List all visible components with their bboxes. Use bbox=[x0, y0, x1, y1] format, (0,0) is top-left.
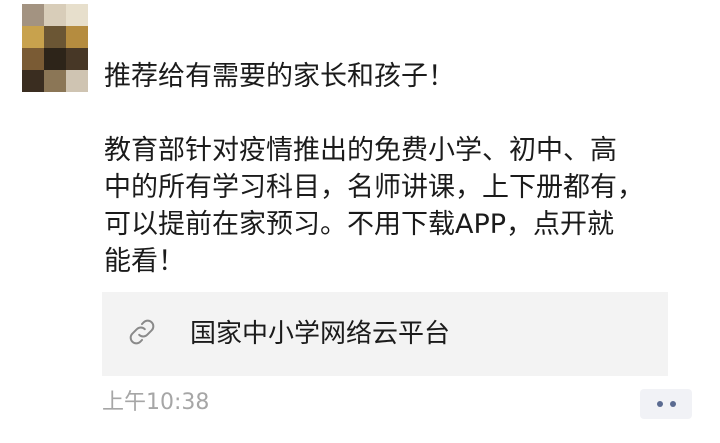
avatar-tile bbox=[22, 70, 44, 92]
post-text: 推荐给有需要的家长和孩子！ 教育部针对疫情推出的免费小学、初中、高 中的所有学习… bbox=[104, 58, 704, 280]
avatar-tile bbox=[22, 48, 44, 70]
post-body-line: 中的所有学习科目，名师讲课，上下册都有， bbox=[104, 172, 644, 203]
avatar[interactable] bbox=[22, 4, 88, 92]
avatar-tile bbox=[44, 26, 66, 48]
post-timestamp: 上午10:38 bbox=[102, 390, 210, 415]
post-body-line: 可以提前在家预习。不用下载APP，点开就 bbox=[104, 209, 615, 240]
avatar-tile bbox=[44, 48, 66, 70]
more-dots-icon bbox=[656, 401, 676, 407]
avatar-tile bbox=[44, 4, 66, 26]
avatar-tile bbox=[66, 4, 88, 26]
link-title: 国家中小学网络云平台 bbox=[190, 319, 451, 349]
avatar-tile bbox=[66, 48, 88, 70]
avatar-tile bbox=[22, 4, 44, 26]
shared-link-card[interactable]: 国家中小学网络云平台 bbox=[102, 292, 668, 376]
post-headline: 推荐给有需要的家长和孩子！ bbox=[104, 61, 455, 92]
post-body-line: 能看！ bbox=[104, 246, 185, 277]
post-body-line: 教育部针对疫情推出的免费小学、初中、高 bbox=[104, 135, 617, 166]
avatar-tile bbox=[66, 70, 88, 92]
avatar-tile bbox=[22, 26, 44, 48]
link-icon bbox=[125, 315, 159, 353]
link-thumbnail bbox=[110, 302, 174, 366]
avatar-tile bbox=[66, 26, 88, 48]
avatar-tile bbox=[44, 70, 66, 92]
more-actions-button[interactable] bbox=[640, 389, 692, 419]
